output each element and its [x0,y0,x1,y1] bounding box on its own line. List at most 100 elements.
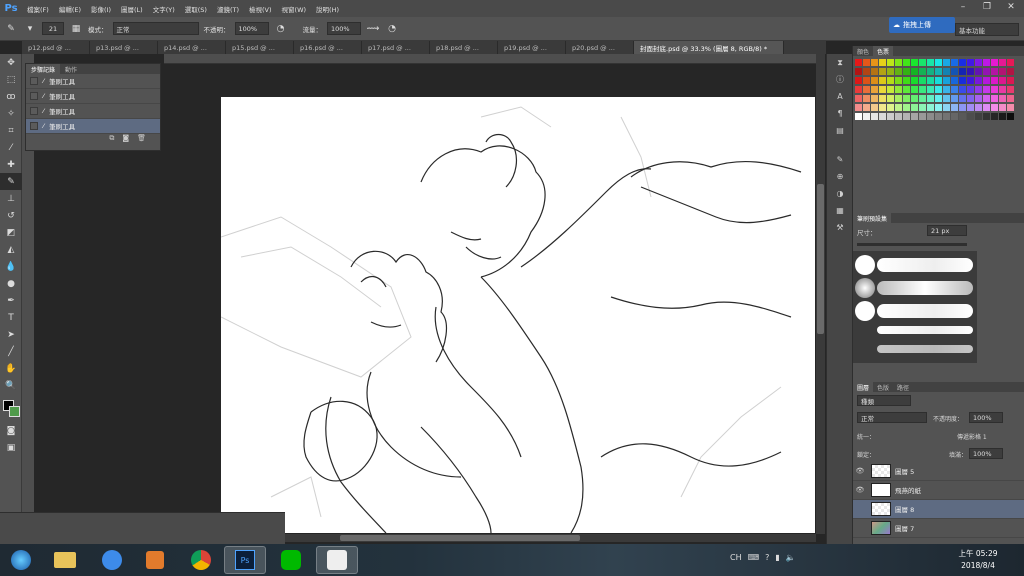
tab-brush-presets[interactable]: 筆刷預設集 [853,213,892,223]
color-swatch[interactable] [855,86,862,93]
color-swatch[interactable] [855,104,862,111]
color-swatch[interactable] [999,59,1006,66]
color-swatch[interactable] [991,113,998,120]
color-swatch[interactable] [935,59,942,66]
menu-file[interactable]: 檔案(F) [22,4,54,14]
color-swatch[interactable] [863,113,870,120]
color-swatch[interactable] [951,77,958,84]
color-swatch[interactable] [887,86,894,93]
color-swatch[interactable] [951,59,958,66]
dodge-tool-icon[interactable]: ● [0,275,22,292]
checkbox[interactable] [30,122,38,130]
color-swatch[interactable] [1007,77,1014,84]
color-swatch[interactable] [871,113,878,120]
color-swatch[interactable] [903,113,910,120]
camera-icon[interactable]: ◙ [122,134,129,144]
color-swatch[interactable] [935,86,942,93]
color-swatch[interactable] [871,86,878,93]
brush-preset-list[interactable] [853,251,977,363]
background-color[interactable] [9,406,20,417]
color-swatch[interactable] [879,59,886,66]
color-swatch[interactable] [871,68,878,75]
color-swatch[interactable] [951,86,958,93]
layer-row[interactable]: 👁 飛燕的紙 [853,481,1024,500]
fill-input[interactable]: 100% [969,448,1003,459]
menu-view[interactable]: 檢視(V) [244,4,277,14]
color-swatch[interactable] [879,113,886,120]
color-swatch[interactable] [927,77,934,84]
pressure-opacity-icon[interactable]: ◔ [274,22,288,36]
menu-image[interactable]: 影像(I) [86,4,116,14]
color-swatch[interactable] [911,113,918,120]
menu-help[interactable]: 說明(H) [311,4,344,14]
color-swatch[interactable] [887,113,894,120]
color-swatch[interactable] [999,104,1006,111]
color-swatch[interactable] [959,113,966,120]
color-swatch[interactable] [967,104,974,111]
color-swatch[interactable] [975,59,982,66]
blend-mode-select[interactable]: 正常 [112,22,199,35]
swatch-grid[interactable] [855,59,1014,163]
color-swatch[interactable] [951,113,958,120]
sai-icon[interactable] [316,546,358,574]
color-swatch[interactable] [919,68,926,75]
minimize-icon[interactable]: – [952,1,974,13]
color-swatch[interactable] [967,95,974,102]
color-swatch[interactable] [967,77,974,84]
healing-tool-icon[interactable]: ✚ [0,156,22,173]
color-swatch[interactable] [863,95,870,102]
layer-blend-select[interactable]: 正常 [857,412,927,423]
document-tab[interactable]: p14.psd @ ... [158,41,226,54]
color-swatch[interactable] [983,86,990,93]
color-swatch[interactable] [999,77,1006,84]
adjustments-icon[interactable]: ◑ [827,185,853,202]
color-swatch[interactable] [935,113,942,120]
paragraph-panel-icon[interactable]: ¶ [827,105,853,122]
color-swatch[interactable] [943,77,950,84]
color-swatch[interactable] [911,104,918,111]
color-swatch[interactable] [1007,59,1014,66]
character-panel-icon[interactable]: A [827,88,853,105]
eraser-tool-icon[interactable]: ◩ [0,224,22,241]
chevron-down-icon[interactable]: ▾ [23,22,37,36]
stamp-tool-icon[interactable]: ⊥ [0,190,22,207]
close-icon[interactable]: ✕ [1000,1,1022,13]
flow-input[interactable]: 100% [327,22,361,35]
color-swatch[interactable] [895,86,902,93]
brush-size-picker[interactable]: 21 [42,22,64,35]
photoshop-icon[interactable]: Ps [224,546,266,574]
document-tab[interactable]: p18.psd @ ... [430,41,498,54]
color-swatch[interactable] [919,59,926,66]
baidu-cloud-icon[interactable] [91,546,133,574]
color-swatch[interactable] [863,104,870,111]
clone-source-icon[interactable]: ⊕ [827,168,853,185]
quick-mask-icon[interactable]: ◙ [0,422,22,439]
document-tab[interactable]: p17.psd @ ... [362,41,430,54]
color-swatch[interactable] [943,68,950,75]
tool-presets-icon[interactable]: ⚒ [827,219,853,236]
color-swatch[interactable] [887,77,894,84]
color-swatch[interactable] [855,95,862,102]
type-tool-icon[interactable]: T [0,309,22,326]
layer-filter-select[interactable]: 種類 [857,395,911,406]
document-canvas[interactable] [221,97,815,533]
line-tool-icon[interactable]: ╱ [0,343,22,360]
media-player-icon[interactable] [134,546,176,574]
color-swatch[interactable] [919,104,926,111]
color-swatch[interactable] [887,59,894,66]
color-swatch[interactable] [943,95,950,102]
color-swatch[interactable] [879,95,886,102]
color-swatch[interactable] [975,77,982,84]
scroll-thumb[interactable] [340,535,580,541]
hand-tool-icon[interactable]: ✋ [0,360,22,377]
pressure-size-icon[interactable]: ◔ [385,22,399,36]
color-swatch[interactable] [991,95,998,102]
color-swatch[interactable] [991,77,998,84]
color-swatch[interactable] [871,77,878,84]
color-swatch[interactable] [871,95,878,102]
color-swatch[interactable] [943,59,950,66]
color-swatch[interactable] [903,59,910,66]
brush-size-slider[interactable] [857,243,967,246]
scroll-thumb[interactable] [817,184,824,334]
color-swatch[interactable] [903,77,910,84]
